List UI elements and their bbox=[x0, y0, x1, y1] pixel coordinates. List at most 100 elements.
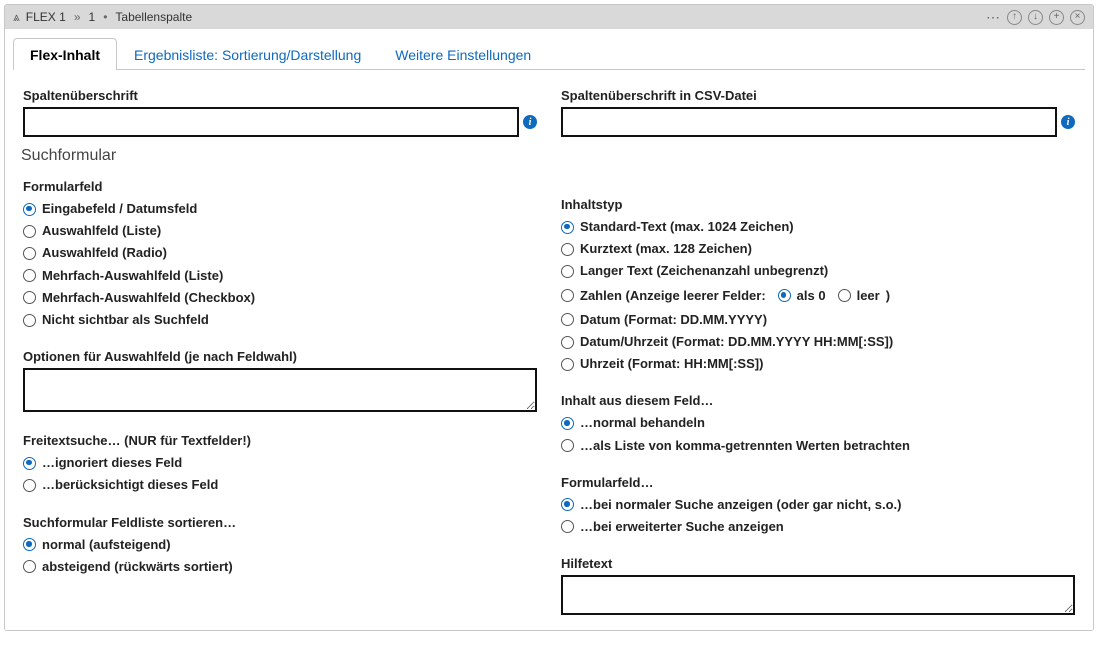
inhaltstyp-text-6: Uhrzeit (Format: HH:MM[:SS]) bbox=[580, 355, 763, 373]
csv-label: Spaltenüberschrift in CSV-Datei bbox=[561, 88, 1075, 103]
formularfeld-opt-4[interactable]: Mehrfach-Auswahlfeld (Checkbox) bbox=[23, 287, 537, 309]
freitext-opt-0[interactable]: …ignoriert dieses Feld bbox=[23, 452, 537, 474]
inhalt-feld-label: Inhalt aus diesem Feld… bbox=[561, 393, 1075, 408]
arrow-down-icon[interactable]: ↓ bbox=[1028, 10, 1043, 25]
tab-weitere[interactable]: Weitere Einstellungen bbox=[378, 38, 548, 70]
inhaltstyp-text-5: Datum/Uhrzeit (Format: DD.MM.YYYY HH:MM[… bbox=[580, 333, 893, 351]
spaltenueberschrift-label: Spaltenüberschrift bbox=[23, 88, 537, 103]
optionen-textarea[interactable] bbox=[23, 368, 537, 412]
formularfeld-text-4: Mehrfach-Auswahlfeld (Checkbox) bbox=[42, 289, 255, 307]
add-icon[interactable]: + bbox=[1049, 10, 1064, 25]
breadcrumb-sep: » bbox=[74, 10, 81, 24]
formularfeld-opt-1[interactable]: Auswahlfeld (Liste) bbox=[23, 220, 537, 242]
formularfeld-opt-5[interactable]: Nicht sichtbar als Suchfeld bbox=[23, 309, 537, 331]
close-icon[interactable]: × bbox=[1070, 10, 1085, 25]
inhalt-feld-text-1: …als Liste von komma-getrennten Werten b… bbox=[580, 437, 910, 455]
panel-body: Flex-Inhalt Ergebnisliste: Sortierung/Da… bbox=[5, 29, 1093, 630]
inhaltstyp-radio-3[interactable] bbox=[561, 289, 574, 302]
inhaltstyp-opt-4[interactable]: Datum (Format: DD.MM.YYYY) bbox=[561, 309, 1075, 331]
formularfeld2-opt-0[interactable]: …bei normaler Suche anzeigen (oder gar n… bbox=[561, 494, 1075, 516]
sort-radio-0[interactable] bbox=[23, 538, 36, 551]
tab-flex-inhalt[interactable]: Flex-Inhalt bbox=[13, 38, 117, 70]
formularfeld-radio-2[interactable] bbox=[23, 247, 36, 260]
arrow-up-icon[interactable]: ↑ bbox=[1007, 10, 1022, 25]
freitext-radio-0[interactable] bbox=[23, 457, 36, 470]
formularfeld-radio-5[interactable] bbox=[23, 314, 36, 327]
formularfeld2-label: Formularfeld… bbox=[561, 475, 1075, 490]
inhaltstyp-opt-6[interactable]: Uhrzeit (Format: HH:MM[:SS]) bbox=[561, 353, 1075, 375]
inhaltstyp-radio-0[interactable] bbox=[561, 221, 574, 234]
more-icon[interactable]: ⋯ bbox=[985, 9, 1001, 25]
inhalt-feld-opt-1[interactable]: …als Liste von komma-getrennten Werten b… bbox=[561, 435, 1075, 457]
optionen-label: Optionen für Auswahlfeld (je nach Feldwa… bbox=[23, 349, 537, 364]
formularfeld2-radio-0[interactable] bbox=[561, 498, 574, 511]
sort-radio-1[interactable] bbox=[23, 560, 36, 573]
sort-text-0: normal (aufsteigend) bbox=[42, 536, 171, 554]
formularfeld-text-3: Mehrfach-Auswahlfeld (Liste) bbox=[42, 267, 223, 285]
inhaltstyp-radio-1[interactable] bbox=[561, 243, 574, 256]
freitext-opt-1[interactable]: …berücksichtigt dieses Feld bbox=[23, 474, 537, 496]
inhaltstyp-text-3-suffix: ) bbox=[886, 287, 890, 305]
left-column: Spaltenüberschrift i Suchformular Formul… bbox=[23, 84, 537, 618]
inhalt-feld-opt-0[interactable]: …normal behandeln bbox=[561, 412, 1075, 434]
flex-panel: ⩓ FLEX 1 » 1 • Tabellenspalte ⋯ ↑ ↓ + × … bbox=[4, 4, 1094, 631]
zahlen-sub-text-a: als 0 bbox=[797, 287, 826, 305]
inhaltstyp-text-0: Standard-Text (max. 1024 Zeichen) bbox=[580, 218, 794, 236]
inhaltstyp-radio-2[interactable] bbox=[561, 265, 574, 278]
formularfeld2-opt-1[interactable]: …bei erweiterter Suche anzeigen bbox=[561, 516, 1075, 538]
sort-opt-0[interactable]: normal (aufsteigend) bbox=[23, 534, 537, 556]
inhalt-feld-radio-0[interactable] bbox=[561, 417, 574, 430]
inhaltstyp-opt-3[interactable]: Zahlen (Anzeige leerer Felder: als 0 lee… bbox=[561, 283, 1075, 309]
inhaltstyp-radio-5[interactable] bbox=[561, 336, 574, 349]
formularfeld-label: Formularfeld bbox=[23, 179, 537, 194]
hilfetext-textarea[interactable] bbox=[561, 575, 1075, 615]
sort-label: Suchformular Feldliste sortieren… bbox=[23, 515, 537, 530]
formularfeld-opt-2[interactable]: Auswahlfeld (Radio) bbox=[23, 242, 537, 264]
inhaltstyp-opt-5[interactable]: Datum/Uhrzeit (Format: DD.MM.YYYY HH:MM[… bbox=[561, 331, 1075, 353]
spaltenueberschrift-input[interactable] bbox=[23, 107, 519, 137]
inhaltstyp-opt-0[interactable]: Standard-Text (max. 1024 Zeichen) bbox=[561, 216, 1075, 238]
zahlen-sub-b[interactable]: leer bbox=[838, 285, 880, 307]
inhaltstyp-label: Inhaltstyp bbox=[561, 197, 1075, 212]
formularfeld-text-1: Auswahlfeld (Liste) bbox=[42, 222, 161, 240]
hilfetext-label: Hilfetext bbox=[561, 556, 1075, 571]
csv-input[interactable] bbox=[561, 107, 1057, 137]
freitext-radio-1[interactable] bbox=[23, 479, 36, 492]
formularfeld2-radio-1[interactable] bbox=[561, 520, 574, 533]
formularfeld-radio-1[interactable] bbox=[23, 225, 36, 238]
formularfeld-opt-0[interactable]: Eingabefeld / Datumsfeld bbox=[23, 198, 537, 220]
formularfeld-opt-3[interactable]: Mehrfach-Auswahlfeld (Liste) bbox=[23, 265, 537, 287]
formularfeld-radio-3[interactable] bbox=[23, 269, 36, 282]
info-icon[interactable]: i bbox=[1061, 115, 1075, 129]
formularfeld-text-2: Auswahlfeld (Radio) bbox=[42, 244, 167, 262]
tab-bar: Flex-Inhalt Ergebnisliste: Sortierung/Da… bbox=[13, 29, 1085, 70]
inhaltstyp-text-4: Datum (Format: DD.MM.YYYY) bbox=[580, 311, 767, 329]
inhaltstyp-text-3-prefix: Zahlen (Anzeige leerer Felder: bbox=[580, 287, 766, 305]
section-suchformular: Suchformular bbox=[21, 147, 537, 165]
breadcrumb-part-1: FLEX 1 bbox=[26, 10, 66, 24]
inhaltstyp-text-2: Langer Text (Zeichenanzahl unbegrenzt) bbox=[580, 262, 828, 280]
freitext-text-0: …ignoriert dieses Feld bbox=[42, 454, 182, 472]
sort-opt-1[interactable]: absteigend (rückwärts sortiert) bbox=[23, 556, 537, 578]
zahlen-sub-radio-b[interactable] bbox=[838, 289, 851, 302]
formularfeld2-text-0: …bei normaler Suche anzeigen (oder gar n… bbox=[580, 496, 901, 514]
collapse-icon[interactable]: ⩓ bbox=[13, 10, 20, 25]
tab-ergebnisliste[interactable]: Ergebnisliste: Sortierung/Darstellung bbox=[117, 38, 378, 70]
inhaltstyp-opt-2[interactable]: Langer Text (Zeichenanzahl unbegrenzt) bbox=[561, 260, 1075, 282]
formularfeld-text-0: Eingabefeld / Datumsfeld bbox=[42, 200, 197, 218]
inhaltstyp-opt-1[interactable]: Kurztext (max. 128 Zeichen) bbox=[561, 238, 1075, 260]
breadcrumb-part-2: 1 bbox=[89, 10, 96, 24]
zahlen-sub-radio-a[interactable] bbox=[778, 289, 791, 302]
formularfeld2-text-1: …bei erweiterter Suche anzeigen bbox=[580, 518, 784, 536]
inhaltstyp-radio-4[interactable] bbox=[561, 313, 574, 326]
inhaltstyp-text-1: Kurztext (max. 128 Zeichen) bbox=[580, 240, 752, 258]
formularfeld-radio-4[interactable] bbox=[23, 291, 36, 304]
sort-text-1: absteigend (rückwärts sortiert) bbox=[42, 558, 233, 576]
inhaltstyp-radio-6[interactable] bbox=[561, 358, 574, 371]
zahlen-sub-a[interactable]: als 0 bbox=[778, 285, 826, 307]
info-icon[interactable]: i bbox=[523, 115, 537, 129]
formularfeld-radio-0[interactable] bbox=[23, 203, 36, 216]
zahlen-sub-text-b: leer bbox=[857, 287, 880, 305]
right-column: Spaltenüberschrift in CSV-Datei i Inhalt… bbox=[561, 84, 1075, 618]
inhalt-feld-radio-1[interactable] bbox=[561, 439, 574, 452]
